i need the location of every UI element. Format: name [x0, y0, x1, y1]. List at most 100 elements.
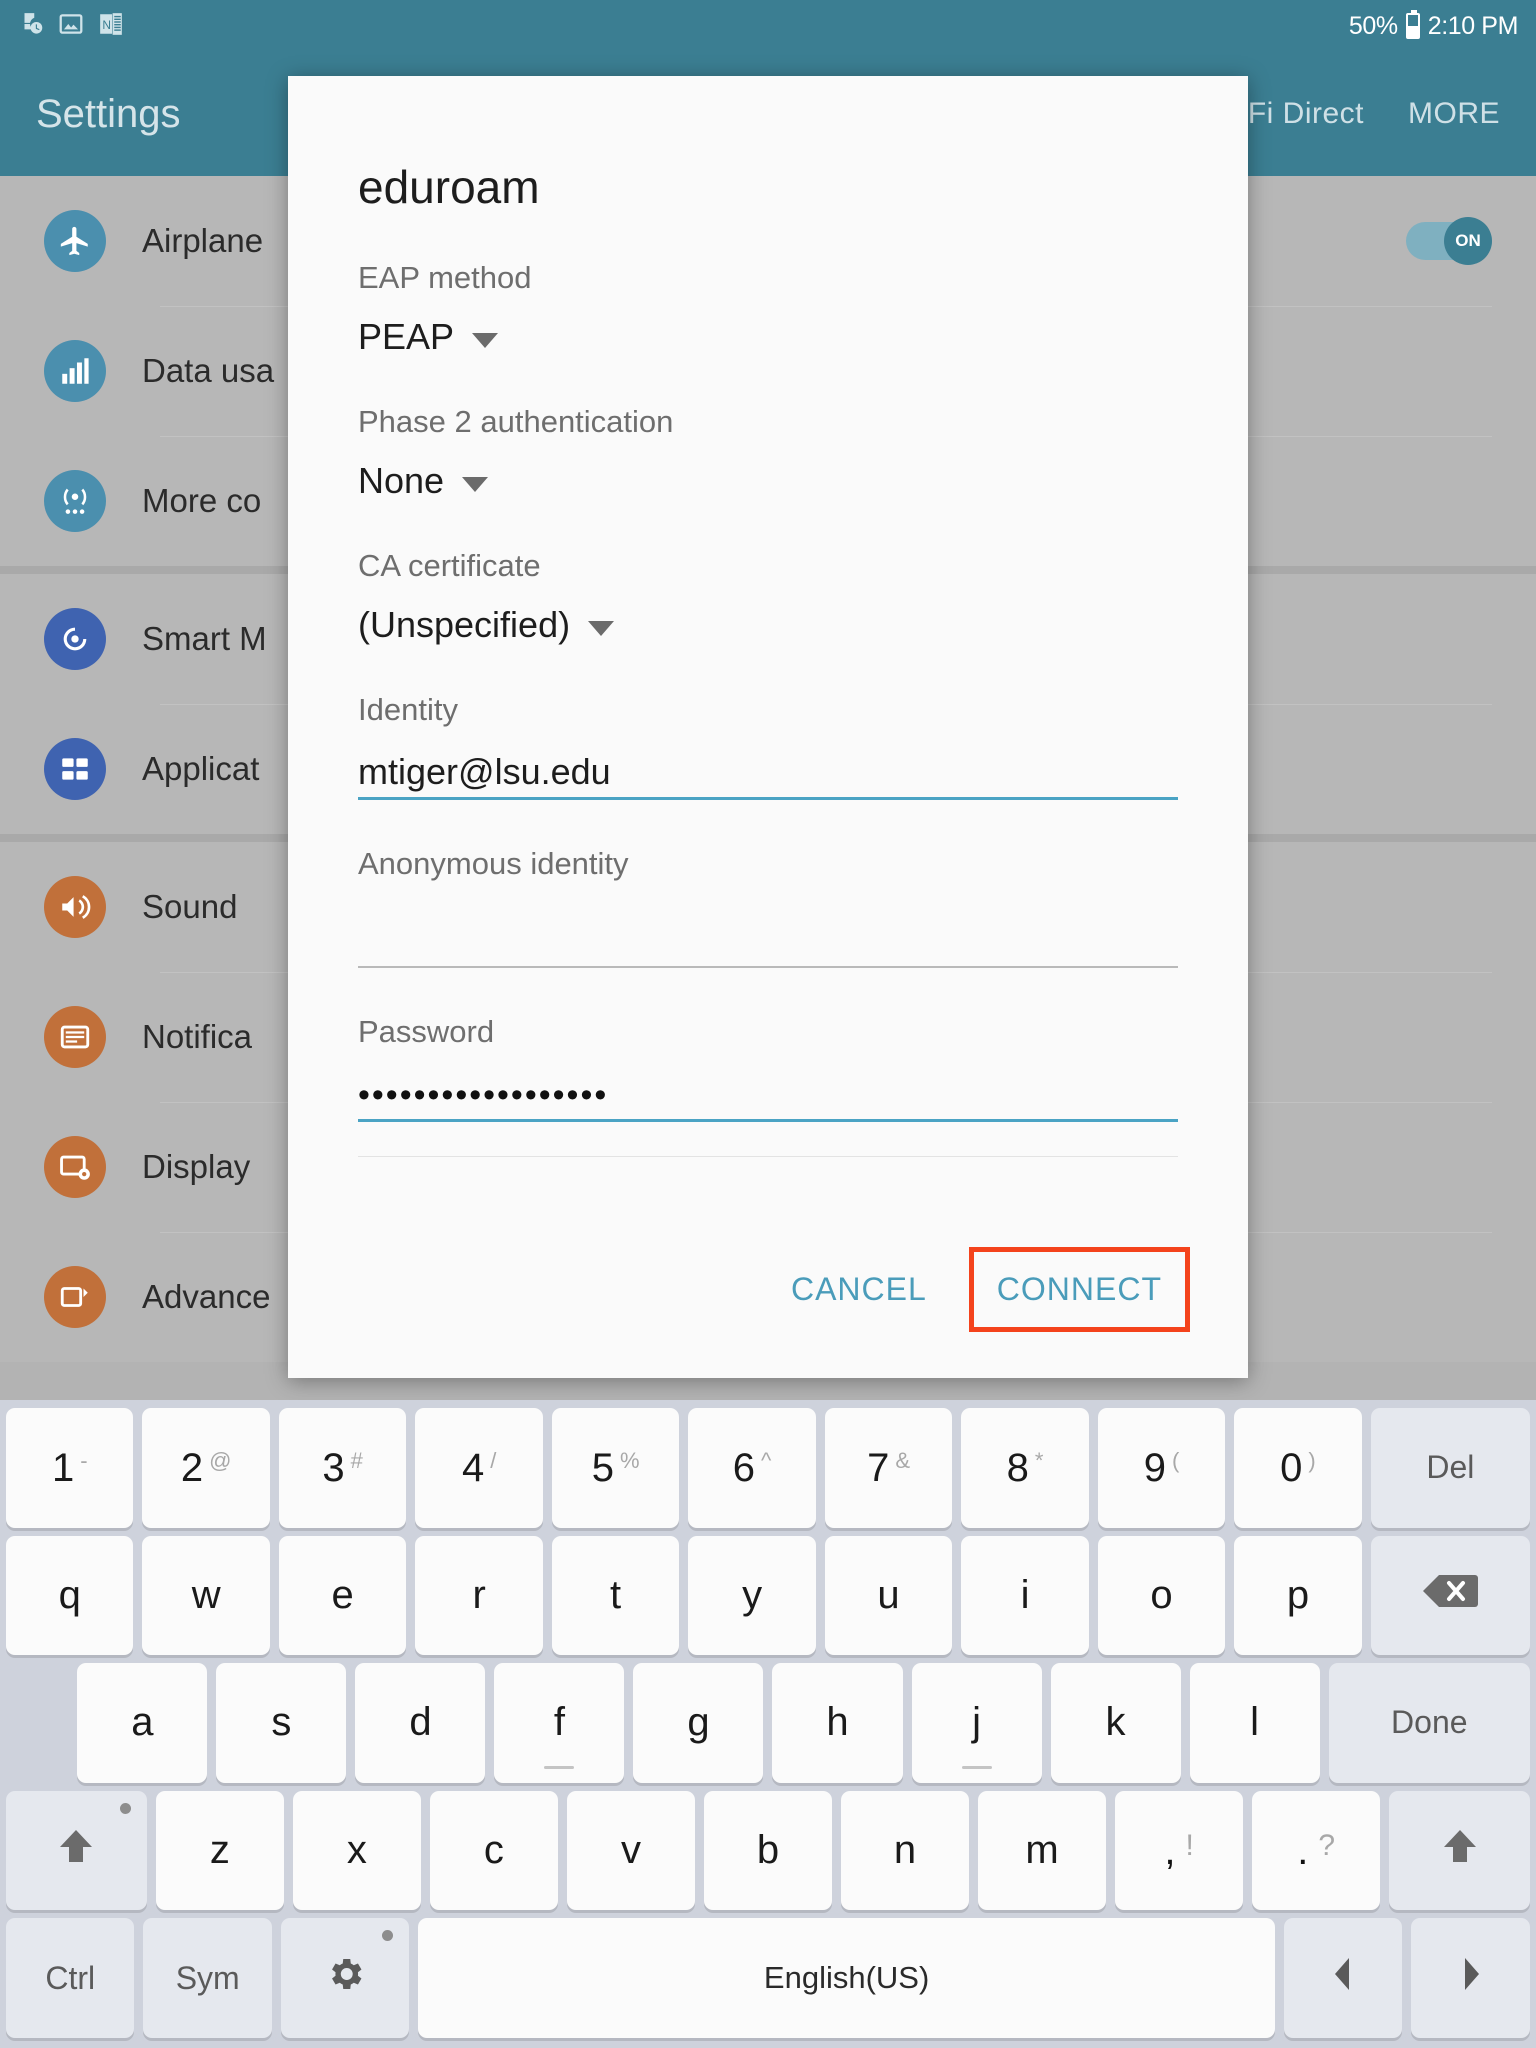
key-n[interactable]: n: [841, 1790, 970, 1911]
key-x[interactable]: x: [292, 1790, 421, 1911]
clock-time: 2:10 PM: [1427, 11, 1519, 40]
arrow-left-icon: [1327, 1954, 1359, 2002]
key-shift-left[interactable]: [6, 1790, 147, 1911]
key-del[interactable]: Del: [1370, 1408, 1531, 1528]
eap-method-dropdown[interactable]: PEAP: [358, 316, 1178, 358]
home-row-marker: [544, 1765, 575, 1769]
app-bar-actions: Fi Direct MORE: [1248, 97, 1500, 131]
key-b[interactable]: b: [703, 1790, 832, 1911]
key-l[interactable]: l: [1189, 1663, 1320, 1783]
key-5[interactable]: 5%: [551, 1408, 680, 1528]
cancel-button[interactable]: CANCEL: [763, 1247, 955, 1332]
key-i[interactable]: i: [961, 1535, 1089, 1656]
ca-certificate-value: (Unspecified): [358, 604, 571, 645]
keyboard-row-home: a s d f g h j k l Done: [6, 1663, 1531, 1783]
key-p[interactable]: p: [1234, 1535, 1362, 1656]
key-8[interactable]: 8 *: [961, 1408, 1089, 1528]
key-alt: ?: [1318, 1828, 1336, 1862]
key-u[interactable]: u: [824, 1535, 953, 1656]
key-a[interactable]: a: [77, 1663, 208, 1783]
key-arrow-left[interactable]: [1283, 1918, 1403, 2038]
key-arrow-right[interactable]: [1411, 1918, 1530, 2038]
phase2-label: Phase 2 authentication: [358, 404, 674, 439]
display-icon: [44, 1136, 106, 1198]
key-d[interactable]: d: [355, 1663, 486, 1783]
key-3[interactable]: 3 #: [278, 1408, 407, 1528]
key-shift-right[interactable]: [1389, 1790, 1530, 1911]
keyboard-row-numbers: 1- 2 @ 3 # 4/ 5% 6 ^ 7 & 8 * 9( 0) Del: [6, 1408, 1531, 1528]
identity-input[interactable]: mtiger@lsu.edu: [358, 742, 1178, 800]
notifications-icon: [44, 1006, 106, 1068]
key-0[interactable]: 0): [1234, 1408, 1362, 1528]
advanced-features-icon: [44, 1266, 106, 1328]
battery-percent: 50%: [1348, 11, 1398, 40]
data-usage-icon: [44, 340, 106, 402]
key-alt: #: [350, 1447, 363, 1473]
phase2-dropdown[interactable]: None: [358, 460, 1178, 502]
key-y[interactable]: y: [688, 1535, 816, 1656]
key-4[interactable]: 4/: [415, 1408, 543, 1528]
more-button[interactable]: MORE: [1408, 97, 1500, 131]
settings-row-label: Applicat: [142, 750, 260, 787]
key-s[interactable]: s: [216, 1663, 347, 1783]
keyboard-row-bottom: z x c v b n m ,! .?: [6, 1790, 1530, 1911]
status-bar: N 50% 2:10 PM: [0, 0, 1536, 52]
wifi-network-dialog: eduroam EAP method PEAP Phase 2 authenti…: [288, 76, 1248, 1378]
settings-row-label: Advance: [142, 1278, 271, 1315]
key-period[interactable]: .?: [1252, 1790, 1381, 1911]
more-connections-icon: [44, 470, 106, 532]
field-phase2: Phase 2 authentication None: [358, 404, 1178, 502]
shift-indicator-dot: [119, 1802, 131, 1814]
key-9[interactable]: 9(: [1097, 1408, 1226, 1528]
field-ca-certificate: CA certificate (Unspecified): [358, 548, 1178, 646]
backspace-icon: [1421, 1571, 1479, 1619]
key-j[interactable]: j: [911, 1663, 1042, 1783]
key-f[interactable]: f: [494, 1663, 625, 1783]
connect-button[interactable]: CONNECT: [968, 1247, 1190, 1332]
ca-certificate-dropdown[interactable]: (Unspecified): [358, 604, 1178, 646]
key-v[interactable]: v: [566, 1790, 695, 1911]
key-o[interactable]: o: [1097, 1535, 1226, 1656]
key-1[interactable]: 1-: [6, 1408, 134, 1528]
key-backspace[interactable]: [1370, 1535, 1531, 1656]
key-g[interactable]: g: [633, 1663, 764, 1783]
onenote-icon: N: [98, 11, 124, 42]
key-sym[interactable]: Sym: [143, 1918, 272, 2038]
key-c[interactable]: c: [429, 1790, 558, 1911]
key-k[interactable]: k: [1050, 1663, 1181, 1783]
key-comma[interactable]: ,!: [1115, 1790, 1244, 1911]
key-r[interactable]: r: [415, 1535, 543, 1656]
key-settings[interactable]: [280, 1918, 410, 2038]
toggle-knob: ON: [1444, 217, 1492, 265]
key-m[interactable]: m: [978, 1790, 1107, 1911]
wifi-direct-button[interactable]: Fi Direct: [1248, 97, 1364, 131]
key-w[interactable]: w: [142, 1535, 270, 1656]
key-ctrl[interactable]: Ctrl: [6, 1918, 135, 2038]
key-main: 7: [867, 1445, 890, 1490]
key-e[interactable]: e: [278, 1535, 407, 1656]
field-password: Password ••••••••••••••••••: [358, 1014, 1178, 1122]
airplane-toggle[interactable]: ON: [1406, 217, 1492, 265]
password-label: Password: [358, 1014, 495, 1049]
settings-row-label: More co: [142, 482, 262, 519]
key-done[interactable]: Done: [1328, 1663, 1531, 1783]
key-h[interactable]: h: [772, 1663, 903, 1783]
anonymous-identity-input[interactable]: [358, 896, 1178, 968]
key-z[interactable]: z: [155, 1790, 284, 1911]
status-bar-icons: N: [18, 11, 124, 42]
key-space[interactable]: English(US): [418, 1918, 1275, 2038]
home-row-marker: [961, 1765, 992, 1769]
keyboard-row-function: Ctrl Sym English(US): [6, 1918, 1530, 2038]
key-q[interactable]: q: [6, 1535, 134, 1656]
anonymous-identity-label: Anonymous identity: [358, 846, 629, 881]
key-label: j: [972, 1700, 981, 1745]
smart-manager-icon: [44, 608, 106, 670]
key-t[interactable]: t: [551, 1535, 680, 1656]
key-2[interactable]: 2 @: [142, 1408, 270, 1528]
field-eap-method: EAP method PEAP: [358, 260, 1178, 358]
key-6[interactable]: 6 ^: [688, 1408, 816, 1528]
key-7[interactable]: 7 &: [824, 1408, 953, 1528]
key-alt: *: [1034, 1447, 1044, 1473]
settings-row-label: Sound: [142, 888, 238, 925]
password-input[interactable]: ••••••••••••••••••: [358, 1064, 1178, 1122]
